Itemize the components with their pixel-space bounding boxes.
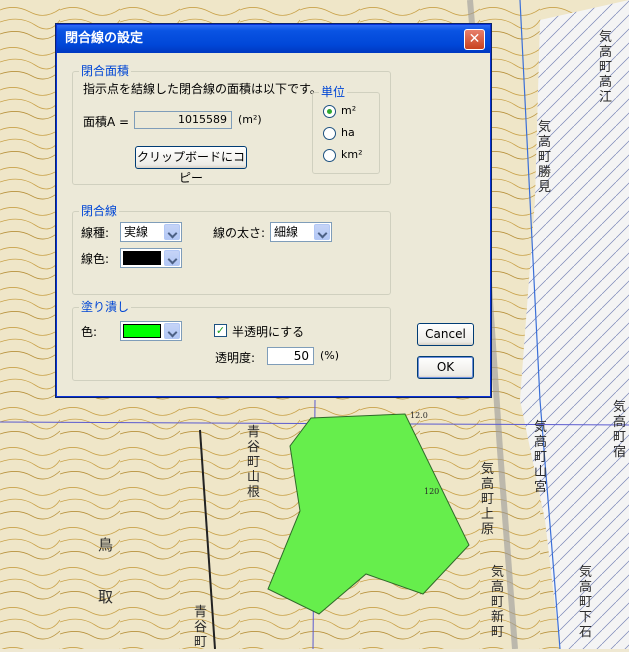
fill-color-select[interactable] (120, 321, 182, 341)
line-type-label: 線種: (81, 226, 110, 240)
map-label-kedaka-yamamiya: 気高町山宮 (533, 420, 547, 495)
line-type-select[interactable]: 実線 (120, 222, 182, 242)
translucent-checkbox[interactable]: ✓ (214, 324, 227, 337)
line-color-label: 線色: (81, 252, 110, 266)
closed-line-settings-dialog: 閉合線の設定 ✕ 閉合面積 指示点を結線した閉合線の面積は以下です。 面積A =… (56, 24, 491, 397)
unit-label-m2: m² (341, 104, 357, 117)
opacity-input[interactable]: 50 (267, 347, 314, 365)
line-width-select[interactable]: 細線 (270, 222, 332, 242)
unit-radio-m2[interactable] (323, 105, 336, 118)
opacity-unit: (%) (320, 349, 340, 362)
map-label-kedaka-shinmachi: 気高町新町 (490, 565, 504, 640)
cancel-button[interactable]: Cancel (417, 323, 474, 346)
map-label-aoya-yamane: 青谷町山根 (246, 425, 260, 500)
map-elevation-2: 120 (424, 487, 440, 496)
map-elevation-1: 12.0 (410, 411, 428, 420)
area-group: 閉合面積 指示点を結線した閉合線の面積は以下です。 面積A = 1015589 … (72, 64, 391, 185)
map-label-kedaka-katsumi: 気高町勝見 (537, 120, 551, 195)
ok-button[interactable]: OK (417, 356, 474, 379)
area-group-legend: 閉合面積 (79, 64, 132, 78)
unit-radio-ha[interactable] (323, 127, 336, 140)
chevron-down-icon[interactable] (164, 250, 180, 266)
close-icon[interactable]: ✕ (464, 29, 485, 50)
fill-color-label: 色: (81, 325, 98, 339)
area-label: 面積A = (83, 115, 130, 129)
line-color-select[interactable] (120, 248, 182, 268)
map-label-kedaka-uehara: 気高町上原 (480, 462, 494, 537)
chevron-down-icon[interactable] (164, 323, 180, 339)
unit-group-legend: 単位 (319, 85, 348, 99)
opacity-label: 透明度: (215, 351, 256, 365)
fill-color-swatch (123, 324, 161, 338)
map-label-kedaka-shuku: 気高町宿 (612, 400, 626, 460)
dialog-titlebar[interactable]: 閉合線の設定 ✕ (57, 25, 490, 53)
chevron-down-icon[interactable] (164, 224, 180, 240)
map-label-kedaka-shimoishi: 気高町下石 (578, 565, 592, 640)
line-width-value: 細線 (274, 225, 299, 239)
unit-label-ha: ha (341, 126, 355, 139)
map-label-tori2: 取 (98, 588, 114, 606)
fill-group-legend: 塗り潰し (79, 300, 132, 314)
unit-radio-km2[interactable] (323, 149, 336, 162)
copy-to-clipboard-button[interactable]: クリップボードにコピー (135, 146, 247, 185)
line-group-legend: 閉合線 (79, 204, 120, 218)
unit-label-km2: km² (341, 148, 363, 161)
line-type-value: 実線 (124, 225, 149, 239)
dialog-title: 閉合線の設定 (65, 31, 144, 46)
map-label-aoya: 青谷町 (193, 605, 207, 650)
fill-group: 塗り潰し 色: ✓ 半透明にする 透明度: 50 (%) (72, 300, 391, 381)
area-value-field: 1015589 (134, 111, 232, 129)
map-label-tori: 鳥 (98, 536, 114, 554)
area-description: 指示点を結線した閉合線の面積は以下です。 (83, 82, 322, 96)
unit-group: 単位 m² ha km² (312, 85, 380, 174)
line-color-swatch (123, 251, 161, 265)
map-label-kedaka-takae: 気高町高江 (598, 30, 612, 105)
chevron-down-icon[interactable] (314, 224, 330, 240)
translucent-label: 半透明にする (232, 325, 305, 339)
line-group: 閉合線 線種: 実線 線の太さ: 細線 線色: (72, 204, 391, 295)
line-width-label: 線の太さ: (213, 226, 266, 240)
area-unit: (m²) (238, 113, 262, 126)
